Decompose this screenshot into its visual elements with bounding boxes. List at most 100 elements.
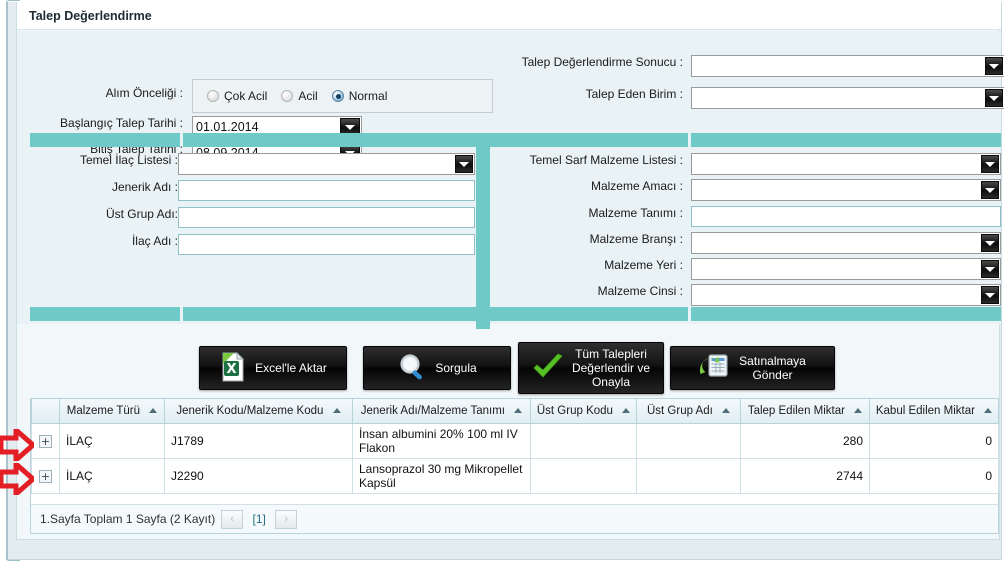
sort-ascending-icon[interactable] — [984, 408, 993, 414]
green-check-icon — [532, 353, 564, 384]
radio-acil-label: Acil — [298, 89, 318, 103]
material-purpose-dropdown[interactable] — [691, 179, 1001, 201]
radio-circle-icon[interactable] — [207, 90, 219, 102]
material-branch-label-row: Malzeme Branşı : — [497, 232, 687, 246]
col-jenerik-kodu[interactable]: Jenerik Kodu/Malzeme Kodu — [164, 399, 353, 424]
basic-drug-list-label-row: Temel İlaç Listesi : — [27, 153, 182, 167]
material-purpose-label-row: Malzeme Amacı : — [497, 179, 687, 193]
material-definition-label: Malzeme Tanımı : — [588, 206, 683, 220]
priority-radio-group[interactable]: Çok Acil Acil Normal — [192, 79, 493, 113]
material-branch-dropdown[interactable] — [691, 232, 1001, 254]
basic-drug-list-label: Temel İlaç Listesi : — [79, 153, 178, 167]
svg-text:X: X — [227, 362, 237, 377]
cell-jenerik-adi: İnsan albumini 20% 100 ml IV Flakon — [352, 422, 531, 459]
col-kabul-edilen-miktar[interactable]: Kabul Edilen Miktar — [869, 399, 999, 424]
chevron-down-icon[interactable] — [455, 155, 473, 173]
basic-drug-list-dropdown[interactable] — [178, 153, 475, 175]
material-place-dropdown[interactable] — [691, 258, 1001, 280]
result-dropdown[interactable] — [691, 55, 1004, 77]
drug-section-footer-right — [183, 307, 476, 321]
row-expander-cell[interactable]: + — [31, 457, 60, 494]
material-definition-label-row: Malzeme Tanımı : — [497, 206, 687, 220]
expand-row-icon[interactable]: + — [39, 469, 52, 483]
table-header-row: Malzeme Türü Jenerik Kodu/Malzeme Kodu J… — [31, 399, 999, 424]
results-grid: Malzeme Türü Jenerik Kodu/Malzeme Kodu J… — [30, 398, 999, 534]
cell-kabul-edilen-miktar: 0 — [869, 457, 999, 494]
drug-name-label: İlaç Adı : — [131, 234, 178, 248]
cell-talep-edilen-miktar: 280 — [740, 422, 870, 459]
chevron-down-icon[interactable] — [981, 155, 999, 173]
cell-ust-grup-adi — [636, 457, 741, 494]
sort-ascending-icon[interactable] — [722, 408, 731, 414]
priority-label-row: Alım Önceliği : — [95, 86, 187, 100]
sort-ascending-icon[interactable] — [149, 408, 158, 414]
basic-consumable-list-dropdown[interactable] — [691, 153, 1001, 175]
evaluate-and-approve-all-button[interactable]: Tüm Talepleri Değerlendir ve Onayla — [518, 342, 664, 394]
drug-name-input[interactable] — [178, 234, 475, 255]
send-to-purchase-button[interactable]: Satınalmaya Gönder — [670, 346, 835, 390]
radio-circle-icon[interactable] — [281, 90, 294, 102]
search-filters-area: Alım Önceliği : Çok Acil Acil Normal Baş… — [17, 31, 1004, 329]
material-section-footer-right — [691, 307, 1001, 321]
pager-prev-button[interactable]: ‹ — [221, 509, 244, 529]
requesting-unit-dropdown[interactable] — [691, 87, 1004, 109]
basic-consumable-list-label-row: Temel Sarf Malzeme Listesi : — [497, 153, 687, 167]
radio-normal[interactable]: Normal — [331, 89, 387, 103]
section-splitter-right — [483, 133, 490, 329]
sort-ascending-icon[interactable] — [854, 408, 863, 414]
row-expander-cell[interactable]: + — [31, 422, 60, 459]
parent-group-name-input[interactable] — [178, 207, 475, 228]
col-jenerik-adi[interactable]: Jenerik Adı/Malzeme Tanımı — [352, 399, 531, 424]
material-section-footer-left — [489, 307, 688, 321]
query-button[interactable]: Sorgula — [363, 346, 511, 390]
start-date-value: 01.01.2014 — [196, 120, 259, 134]
chevron-down-icon[interactable] — [985, 89, 1003, 107]
radio-acil[interactable]: Acil — [281, 89, 318, 103]
frame-corner-bottom — [6, 552, 20, 561]
col-jenerik-adi-label: Jenerik Adı/Malzeme Tanımı — [360, 404, 506, 417]
table-row[interactable]: + İLAÇ J1789 İnsan albumini 20% 100 ml I… — [31, 422, 999, 459]
chevron-down-icon[interactable] — [985, 57, 1003, 75]
expand-row-icon[interactable]: + — [39, 434, 52, 448]
chevron-down-icon[interactable] — [981, 260, 999, 278]
radio-circle-selected-icon[interactable] — [331, 90, 344, 102]
material-kind-label-row: Malzeme Cinsi : — [497, 284, 687, 298]
cell-ust-grup-kodu — [530, 457, 637, 494]
material-kind-dropdown[interactable] — [691, 284, 1001, 306]
cell-ust-grup-adi — [636, 422, 741, 459]
col-malzeme-turu[interactable]: Malzeme Türü — [59, 399, 165, 424]
material-definition-input[interactable] — [691, 206, 1001, 227]
col-talep-edilen-miktar[interactable]: Talep Edilen Miktar — [740, 399, 870, 424]
pager-next-button[interactable]: › — [275, 509, 298, 529]
export-to-excel-label: Excel'le Aktar — [255, 361, 327, 375]
priority-label: Alım Önceliği : — [105, 86, 183, 100]
results-table: Malzeme Türü Jenerik Kodu/Malzeme Kodu J… — [31, 399, 999, 494]
sort-ascending-icon[interactable] — [514, 408, 523, 414]
generic-name-label-row: Jenerik Adı : — [27, 180, 182, 194]
magnifier-icon — [397, 352, 427, 385]
chevron-down-icon[interactable] — [981, 286, 999, 304]
parent-group-name-label: Üst Grup Adı: — [105, 207, 178, 221]
generic-name-input[interactable] — [178, 180, 475, 201]
table-row[interactable]: + İLAÇ J2290 Lansoprazol 30 mg Mikropell… — [31, 457, 999, 494]
export-to-excel-button[interactable]: X Excel'le Aktar — [199, 346, 347, 390]
material-section-header-left — [489, 133, 688, 147]
chevron-down-icon[interactable] — [981, 181, 999, 199]
material-section-header-right — [691, 133, 1001, 147]
col-ust-grup-adi[interactable]: Üst Grup Adı — [636, 399, 741, 424]
sort-ascending-icon[interactable] — [622, 408, 631, 414]
cell-jenerik-adi: Lansoprazol 30 mg Mikropellet Kapsül — [352, 457, 531, 494]
drug-section-header-right — [183, 133, 480, 147]
requesting-unit-label: Talep Eden Birim : — [585, 87, 683, 101]
col-kabul-edilen-miktar-label: Kabul Edilen Miktar — [875, 404, 975, 417]
sort-ascending-icon[interactable] — [332, 408, 341, 414]
radio-cok-acil[interactable]: Çok Acil — [207, 89, 267, 103]
chevron-down-icon[interactable] — [981, 234, 999, 252]
material-purpose-label: Malzeme Amacı : — [590, 179, 683, 193]
pager-current-page[interactable]: [1] — [249, 510, 269, 529]
radio-cok-acil-label: Çok Acil — [224, 89, 268, 103]
send-to-purchase-label: Satınalmaya Gönder — [739, 354, 806, 382]
col-ust-grup-kodu[interactable]: Üst Grup Kodu — [530, 399, 637, 424]
query-label: Sorgula — [435, 361, 477, 375]
cell-malzeme-turu: İLAÇ — [59, 457, 165, 494]
